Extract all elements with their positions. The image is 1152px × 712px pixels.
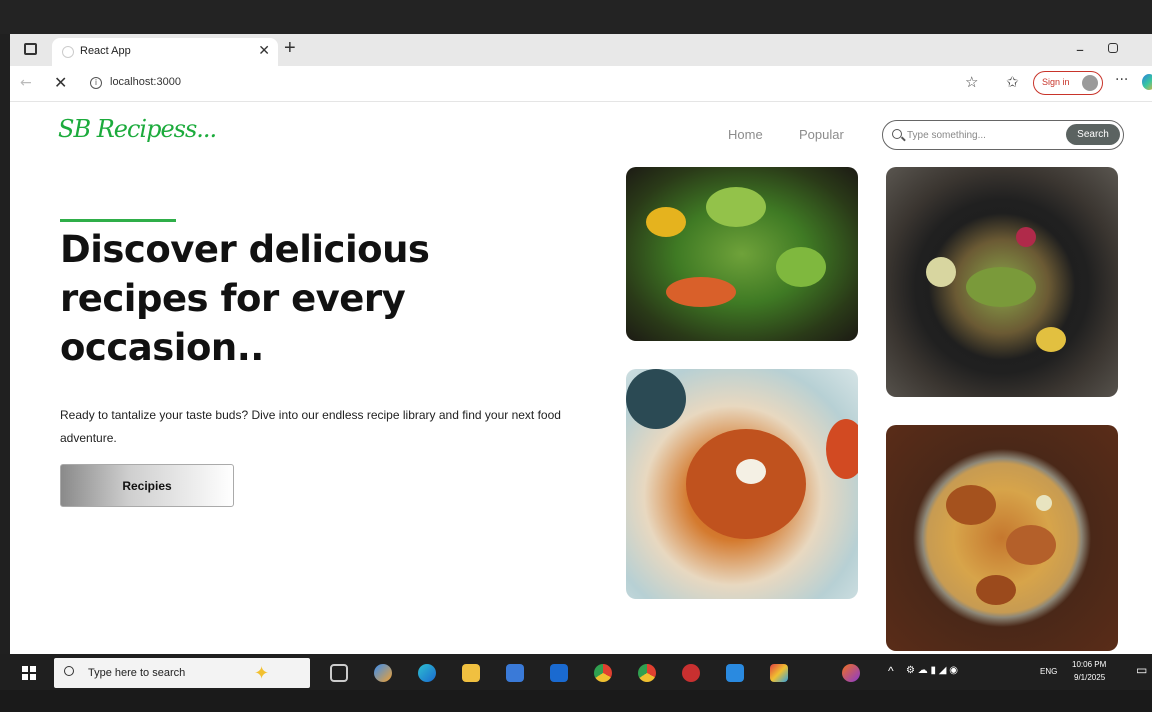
address-bar[interactable]: localhost:3000 <box>110 76 181 88</box>
search-icon <box>892 129 902 139</box>
nav-home-link[interactable]: Home <box>728 127 763 142</box>
bottom-bezel <box>0 690 1152 712</box>
sign-in-button[interactable]: Sign in <box>1033 71 1103 95</box>
tab-title: React App <box>80 45 131 57</box>
vscode-icon[interactable] <box>726 664 744 682</box>
tray-icons[interactable]: ⚙ ☁ ▮ ◢ ◉ <box>906 665 958 676</box>
fries-image <box>626 369 858 599</box>
browser-toolbar: ← ✕ i localhost:3000 ☆ ✩ Sign in ··· <box>10 66 1152 102</box>
sign-in-label: Sign in <box>1042 77 1070 87</box>
favorites-icon[interactable]: ✩ <box>1006 73 1019 91</box>
browser-window: React App ✕ + – ← ✕ i localhost:3000 ☆ ✩… <box>10 34 1152 654</box>
tab-actions-icon[interactable] <box>24 43 37 55</box>
windows-start-icon[interactable] <box>22 666 36 680</box>
clock-date[interactable]: 9/1/2025 <box>1074 673 1105 682</box>
hero-accent-line <box>60 219 176 222</box>
avatar-icon <box>1082 75 1098 91</box>
taskbar-search-icon <box>64 666 74 676</box>
biryani-image <box>886 425 1118 651</box>
app-grid-icon[interactable] <box>770 664 788 682</box>
browser-tab[interactable]: React App ✕ <box>52 38 278 66</box>
web-page: SB Recipess... Home Popular Search Disco… <box>10 103 1152 654</box>
copilot-icon[interactable] <box>1142 74 1152 90</box>
restore-icon[interactable] <box>1108 43 1118 53</box>
favicon-icon <box>62 46 74 58</box>
taskbar-search-placeholder: Type here to search <box>88 667 186 679</box>
taskbar-search[interactable]: Type here to search ✦ <box>54 658 310 688</box>
new-tab-icon[interactable]: + <box>284 37 296 60</box>
language-indicator[interactable]: ENG <box>1040 667 1057 676</box>
chrome-profile-icon[interactable] <box>638 664 656 682</box>
nav-popular-link[interactable]: Popular <box>799 127 844 142</box>
search-button[interactable]: Search <box>1066 124 1120 145</box>
outlook-icon[interactable] <box>550 664 568 682</box>
search-input[interactable] <box>907 127 1057 143</box>
file-explorer-icon[interactable] <box>462 664 480 682</box>
firefox-icon[interactable] <box>842 664 860 682</box>
salad-image <box>626 167 858 341</box>
task-view-icon[interactable] <box>330 664 348 682</box>
hero-description: Ready to tantalize your taste buds? Dive… <box>60 408 561 445</box>
search-box: Search <box>882 120 1124 150</box>
site-logo[interactable]: SB Recipess... <box>58 115 217 143</box>
taskbar: Type here to search ✦ ^ ⚙ ☁ ▮ ◢ ◉ ENG 10… <box>0 654 1152 690</box>
veggie-bowl-image <box>886 167 1118 397</box>
minimize-icon[interactable]: – <box>1076 40 1084 59</box>
screen: React App ✕ + – ← ✕ i localhost:3000 ☆ ✩… <box>0 0 1152 712</box>
chrome-icon[interactable] <box>594 664 612 682</box>
back-arrow-icon[interactable]: ← <box>20 75 32 91</box>
top-bezel <box>0 0 1152 34</box>
tab-strip: React App ✕ + – <box>10 34 1152 66</box>
recipes-button[interactable]: Recipies <box>60 464 234 507</box>
sparkle-icon: ✦ <box>254 663 270 684</box>
tray-chevron-icon[interactable]: ^ <box>888 664 894 678</box>
edge-icon[interactable] <box>418 664 436 682</box>
more-options-icon[interactable]: ··· <box>1115 72 1128 88</box>
hero-title: Discover delicious recipes for every occ… <box>60 228 430 369</box>
site-info-icon[interactable]: i <box>90 77 102 89</box>
store-icon[interactable] <box>506 664 524 682</box>
notifications-icon[interactable]: ▭ <box>1136 663 1147 677</box>
favorite-star-icon[interactable]: ☆ <box>965 73 978 91</box>
app-icon[interactable] <box>682 664 700 682</box>
stop-loading-icon[interactable]: ✕ <box>54 73 67 92</box>
copilot-app-icon[interactable] <box>374 664 392 682</box>
clock-time[interactable]: 10:06 PM <box>1072 660 1106 669</box>
tab-close-icon[interactable]: ✕ <box>258 43 270 59</box>
